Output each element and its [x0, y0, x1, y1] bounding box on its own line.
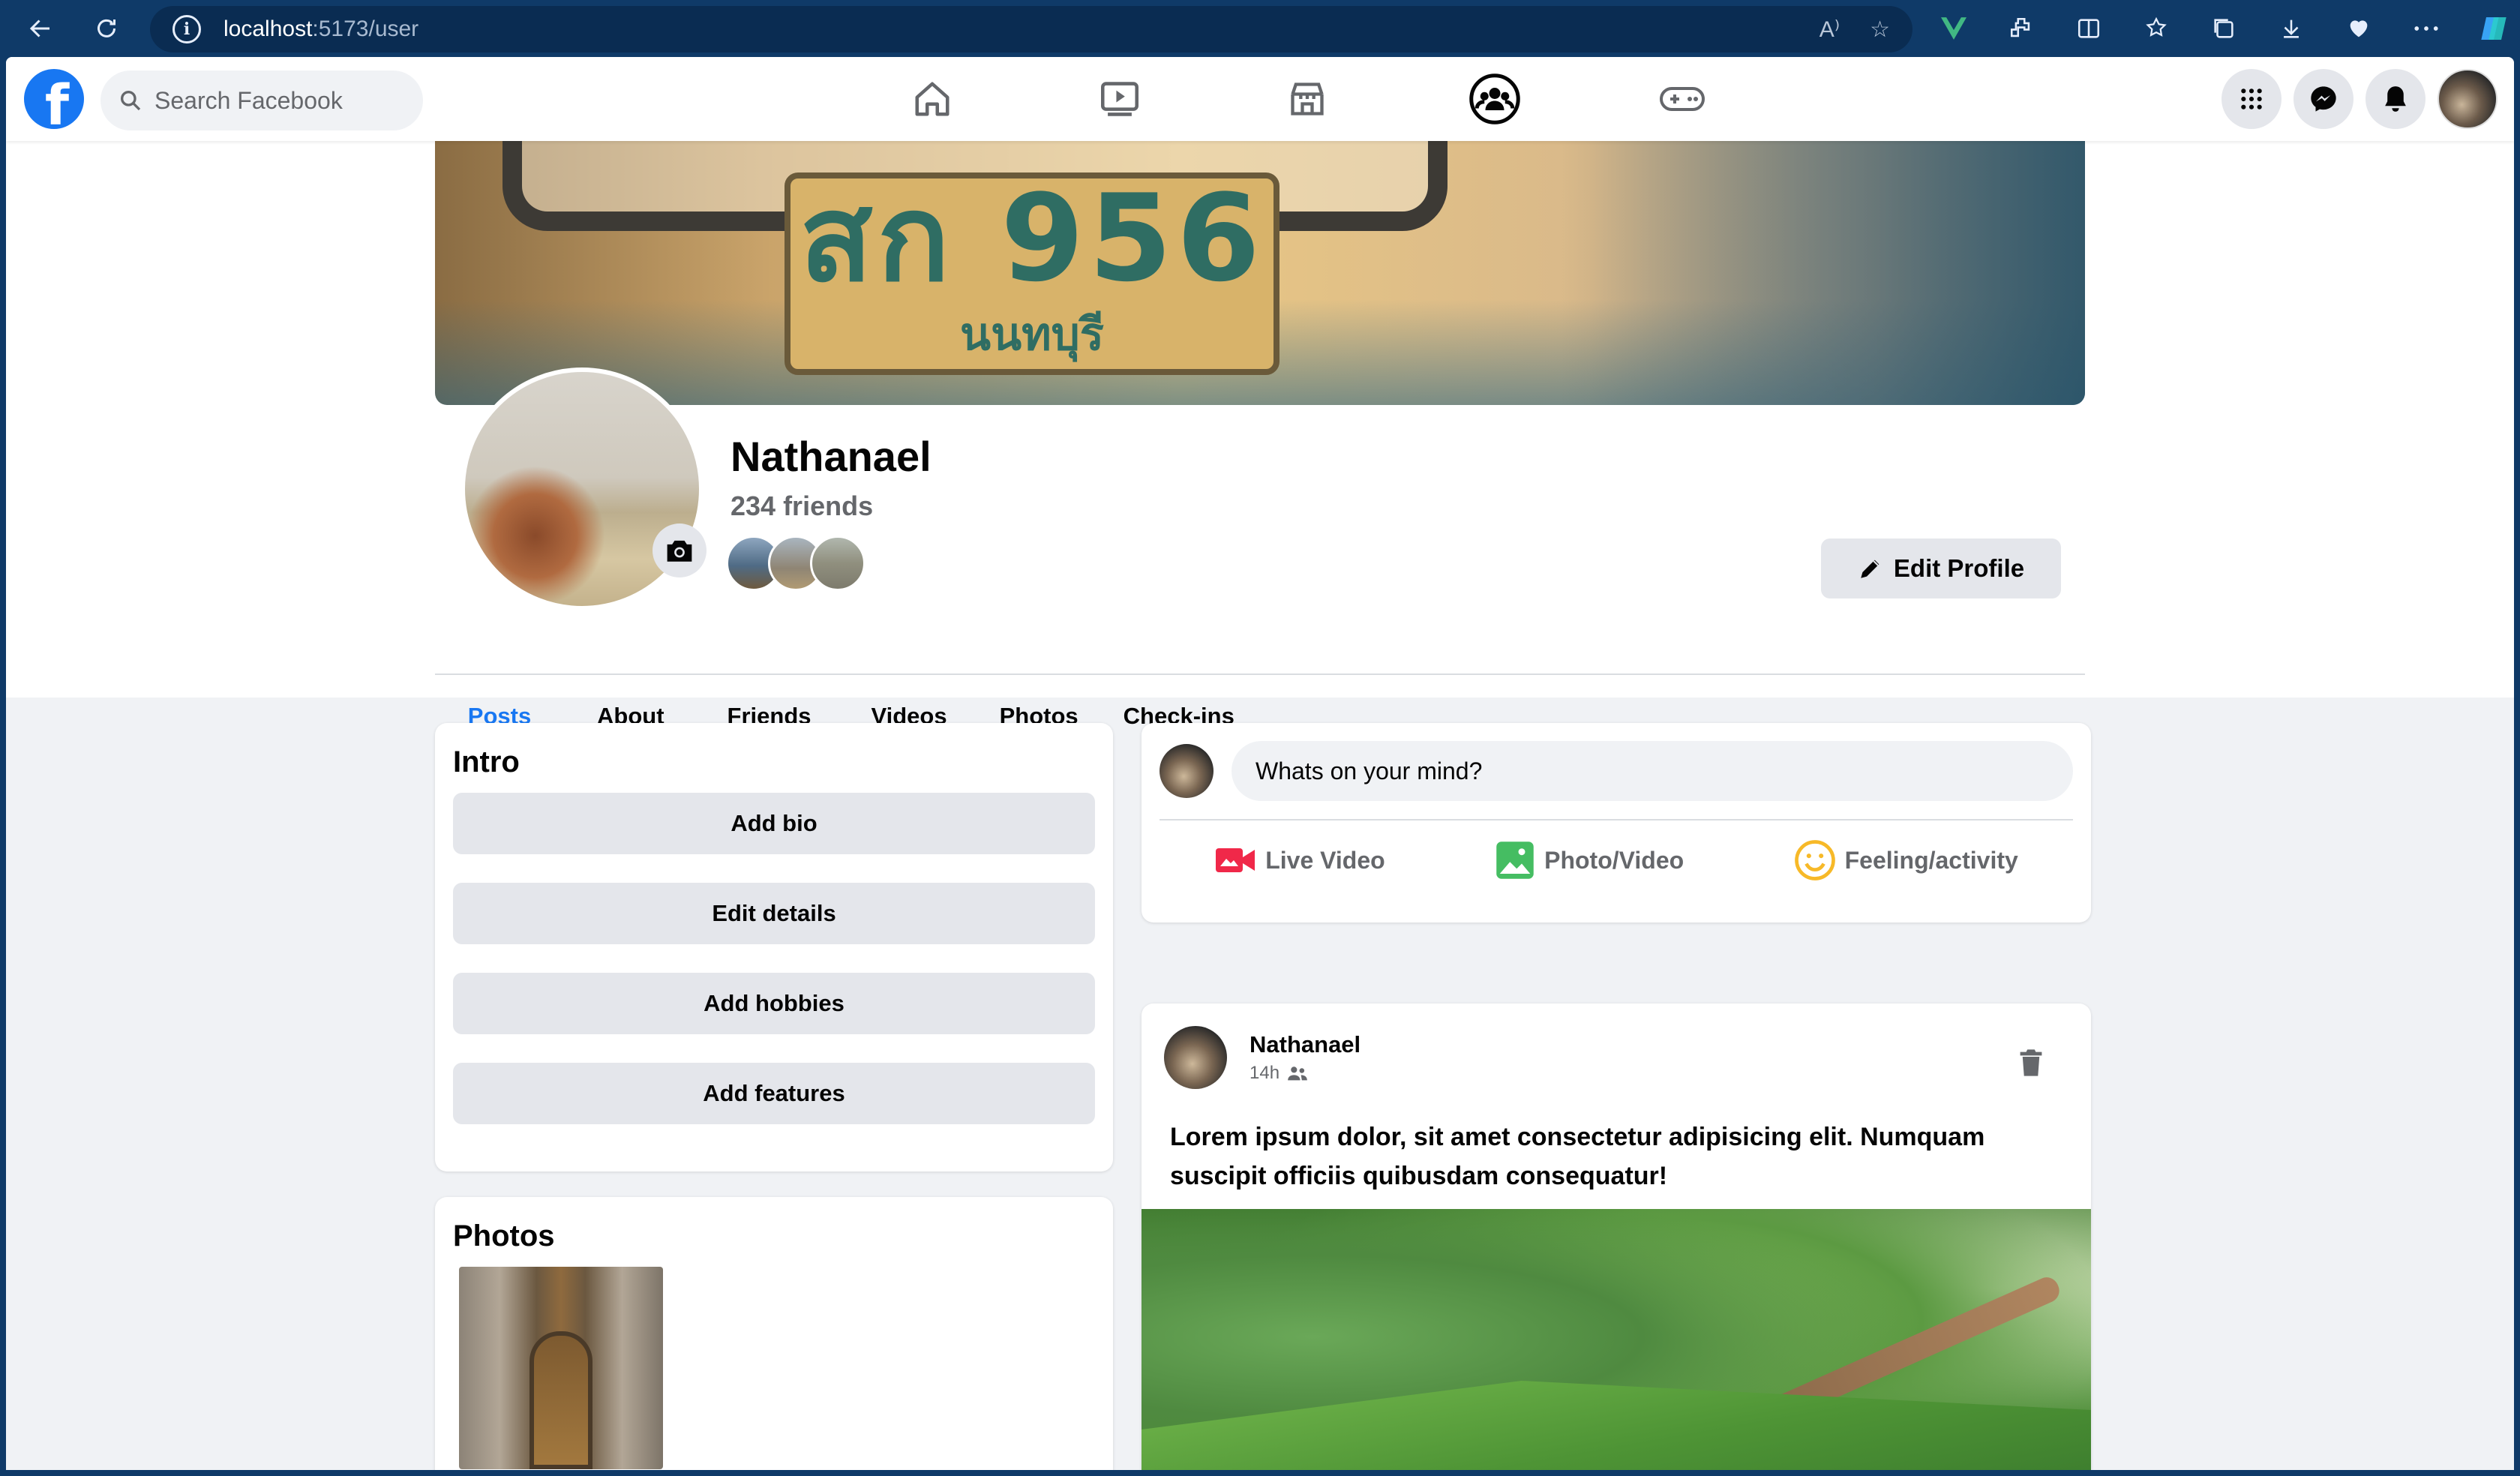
vue-devtools-icon[interactable] [1920, 0, 1988, 57]
edit-details-button[interactable]: Edit details [453, 883, 1095, 944]
image-leaf [1142, 1381, 2091, 1470]
composer-avatar[interactable] [1160, 744, 1214, 798]
browser-toolbar: i localhost:5173/user A⁾ ☆ [0, 0, 2520, 57]
photos-card: Photos [435, 1197, 1113, 1470]
search-box[interactable] [100, 70, 423, 130]
add-hobbies-button[interactable]: Add hobbies [453, 973, 1095, 1034]
search-input[interactable] [154, 86, 410, 115]
intro-card: Intro Add bio Edit details Add hobbies A… [435, 723, 1113, 1172]
add-bio-button[interactable]: Add bio [453, 793, 1095, 854]
intro-title: Intro [453, 746, 520, 778]
right-nav [2222, 69, 2498, 129]
url-host: localhost [224, 16, 313, 41]
live-video-button[interactable]: Live Video [1214, 845, 1385, 875]
camera-icon [667, 540, 692, 562]
photo-video-label: Photo/Video [1544, 846, 1684, 874]
messenger-icon [2311, 86, 2336, 112]
copilot-icon[interactable] [2460, 0, 2520, 57]
composer-divider [1160, 819, 2073, 820]
search-icon [116, 86, 146, 116]
cover-shadow [1560, 141, 2085, 405]
post-author-avatar[interactable] [1164, 1026, 1227, 1089]
favorites-icon[interactable] [2122, 0, 2190, 57]
post-card: Nathanael 14h Lorem ipsum dolor, sit ame… [1142, 1004, 2091, 1470]
page-viewport: f Search Facebook สก 956 นนทบุรี Nathana… [6, 57, 2514, 1470]
facebook-logo[interactable]: f [24, 69, 84, 129]
download-icon[interactable] [2258, 0, 2325, 57]
browser-essentials-icon[interactable] [2325, 0, 2392, 57]
friend-avatars [726, 536, 866, 591]
edit-profile-label: Edit Profile [1893, 554, 2025, 582]
cover-photo[interactable]: สก 956 นนทบุรี [435, 141, 2085, 405]
photo-video-button[interactable]: Photo/Video [1495, 840, 1684, 880]
add-features-button[interactable]: Add features [453, 1063, 1095, 1124]
smiley-icon [1794, 840, 1835, 880]
live-video-label: Live Video [1265, 846, 1385, 874]
feeling-activity-label: Feeling/activity [1844, 846, 2018, 874]
address-bar[interactable]: i localhost:5173/user A⁾ ☆ [150, 6, 1912, 52]
home-icon [915, 82, 950, 116]
refresh-icon[interactable] [74, 0, 140, 57]
messenger-button[interactable] [2294, 69, 2354, 129]
photo-door-shape [530, 1331, 592, 1469]
favorite-star-icon[interactable]: ☆ [1870, 16, 1890, 43]
friends-count[interactable]: 234 friends [730, 490, 873, 522]
site-info-icon[interactable]: i [172, 15, 201, 44]
url-path: :5173/user [312, 16, 419, 41]
feeling-activity-button[interactable]: Feeling/activity [1794, 839, 2018, 881]
logo-letter: f [44, 74, 70, 129]
back-icon[interactable] [8, 0, 74, 57]
post-image[interactable] [1142, 1209, 2091, 1470]
post-time[interactable]: 14h [1250, 1063, 1280, 1084]
gamepad-icon [1660, 87, 1705, 111]
change-profile-photo-button[interactable] [652, 524, 706, 578]
watch-nav-button[interactable] [1026, 57, 1214, 141]
profile-header: สก 956 นนทบุรี Nathanael 234 friends Edi… [6, 141, 2514, 758]
marketplace-nav-button[interactable] [1214, 57, 1401, 141]
groups-icon [1469, 74, 1520, 124]
bell-icon [2385, 86, 2406, 112]
collections-icon[interactable] [2190, 0, 2258, 57]
friend-avatar[interactable] [810, 536, 866, 591]
plate-province: นนทบุรี [960, 308, 1104, 361]
trash-icon [2020, 1049, 2042, 1076]
profile-name: Nathanael [730, 433, 932, 480]
gaming-nav-button[interactable] [1588, 57, 1776, 141]
delete-post-button[interactable] [2016, 1046, 2046, 1080]
pencil-icon [1861, 560, 1880, 578]
split-screen-icon[interactable] [2055, 0, 2122, 57]
extensions-icon[interactable] [1988, 0, 2055, 57]
account-avatar[interactable] [2438, 69, 2498, 129]
cover-license-plate: สก 956 นนทบุรี [784, 172, 1280, 375]
video-icon [1101, 82, 1138, 116]
home-nav-button[interactable] [838, 57, 1026, 141]
groups-nav-button[interactable] [1401, 57, 1588, 141]
store-icon [1291, 82, 1324, 116]
menu-button[interactable] [2222, 69, 2282, 129]
plate-number: สก 956 [799, 167, 1265, 308]
photo-thumbnail[interactable] [459, 1267, 663, 1469]
center-nav [838, 57, 1776, 141]
post-text: Lorem ipsum dolor, sit amet consectetur … [1170, 1123, 1985, 1190]
read-aloud-icon[interactable]: A⁾ [1820, 16, 1840, 43]
photo-icon [1496, 842, 1534, 879]
grid-menu-icon [2241, 88, 2262, 110]
top-navbar: f [6, 57, 2514, 141]
friends-audience-icon [1288, 1066, 1307, 1081]
more-menu-icon[interactable] [2392, 0, 2460, 57]
edit-profile-button[interactable]: Edit Profile [1821, 538, 2061, 598]
live-video-icon [1216, 848, 1256, 872]
photos-title: Photos [453, 1220, 555, 1252]
composer-input[interactable] [1232, 741, 2073, 801]
notifications-button[interactable] [2366, 69, 2426, 129]
post-author[interactable]: Nathanael [1250, 1031, 1360, 1058]
post-composer: Live Video Photo/Video Feeling/activity [1142, 723, 2091, 922]
